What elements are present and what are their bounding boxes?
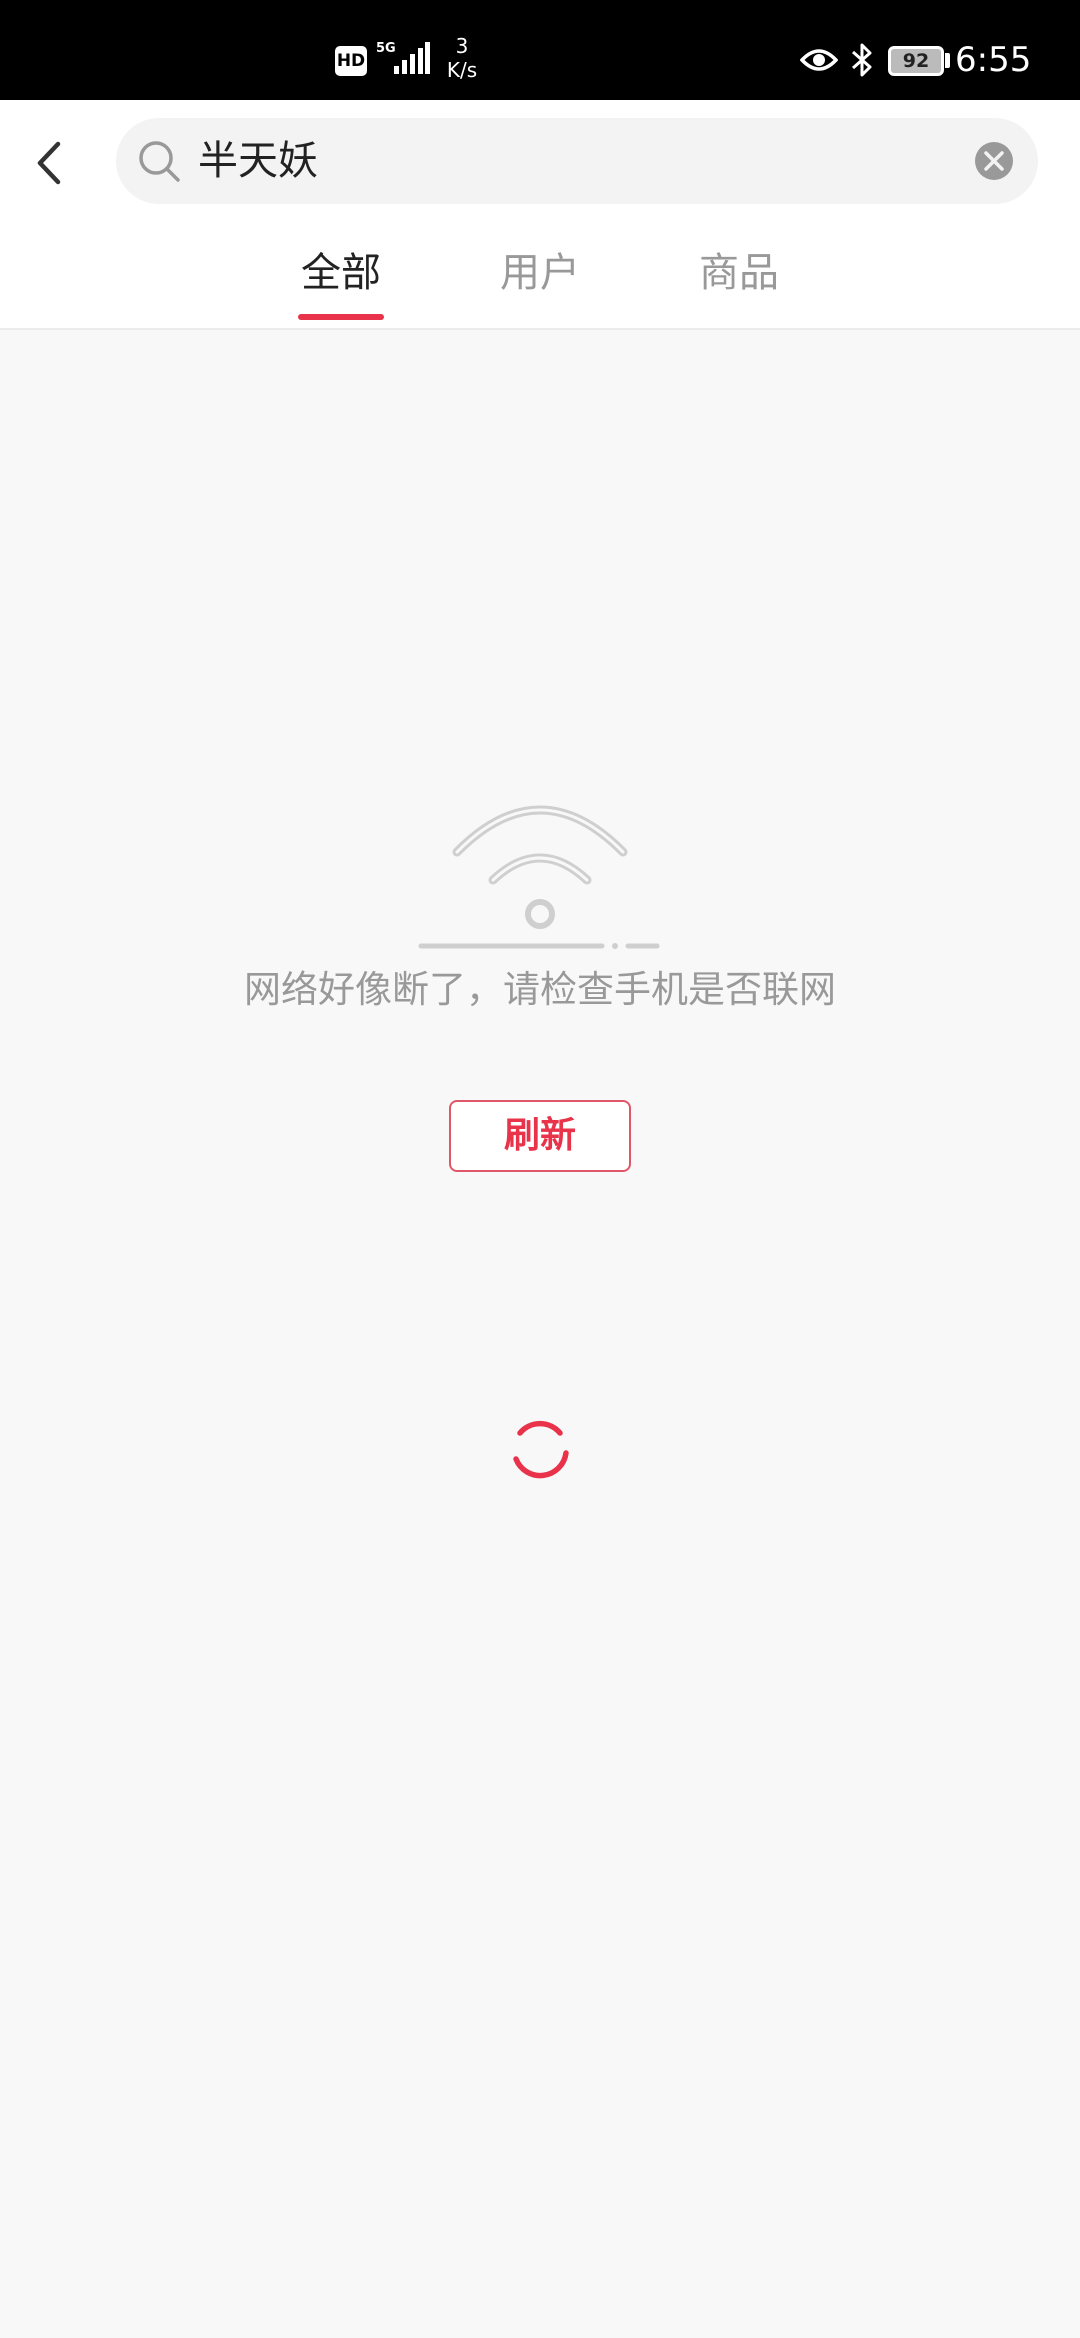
tab-bar: 全部 用户 商品: [0, 240, 1080, 330]
network-error-message: 网络好像断了，请检查手机是否联网: [244, 968, 836, 1011]
tab-products[interactable]: 商品: [669, 240, 809, 330]
search-header: 半天妖 全部 用户 商品: [0, 100, 1080, 330]
refresh-button[interactable]: 刷新: [449, 1100, 631, 1172]
clear-icon[interactable]: [974, 141, 1014, 181]
signal-icon: [394, 42, 430, 74]
back-arrow-icon[interactable]: [20, 132, 82, 194]
no-network-wifi-icon: [418, 805, 660, 949]
battery-icon: 92: [888, 46, 944, 76]
search-icon: [139, 141, 180, 182]
tab-label: 全部: [301, 250, 381, 296]
speed-unit: K/s: [446, 58, 478, 82]
tab-users[interactable]: 用户: [470, 240, 610, 330]
hd-voice-icon: HD: [335, 46, 367, 76]
tab-all[interactable]: 全部: [271, 240, 411, 330]
search-box[interactable]: 半天妖: [116, 118, 1038, 204]
network-speed: 3 K/s: [442, 34, 482, 82]
bluetooth-icon: [852, 43, 872, 77]
tab-label: 用户: [500, 250, 580, 296]
battery-tip: [945, 53, 950, 68]
speed-value: 3: [455, 34, 469, 58]
tab-label: 商品: [699, 250, 779, 296]
loading-spinner-icon: [513, 1420, 569, 1479]
screen: HD 5G 3 K/s 92 6:55 半天妖 全部 用户 商品 网络好像断了，…: [0, 0, 1080, 2338]
status-bar: HD 5G 3 K/s 92 6:55: [0, 0, 1080, 100]
search-input[interactable]: 半天妖: [198, 118, 318, 204]
clock: 6:55: [955, 40, 1032, 80]
tab-active-indicator: [298, 314, 384, 320]
eye-icon: [800, 49, 838, 71]
